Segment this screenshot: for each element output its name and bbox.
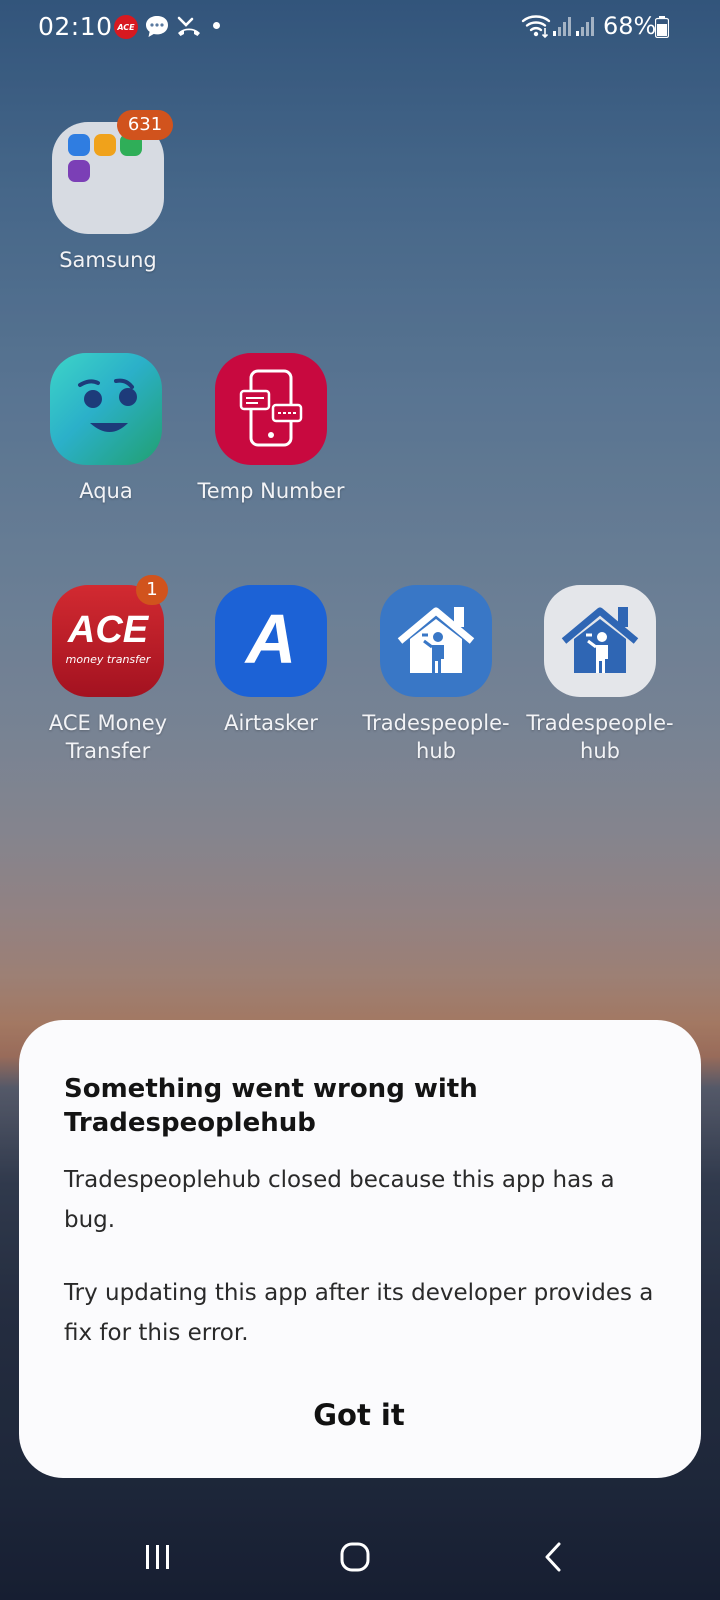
- recent-apps-icon: [146, 1545, 169, 1569]
- ace-notification-icon: ACE: [114, 15, 138, 39]
- signal-icon: [576, 17, 594, 36]
- home-icon: [340, 1542, 370, 1572]
- app-label: Tradespeople-hub: [526, 711, 674, 763]
- app-ace-money-transfer[interactable]: ACE money transfer 1 ACE Money Transfer: [28, 575, 188, 765]
- app-crash-dialog: Something went wrong with Tradespeoplehu…: [19, 1020, 701, 1478]
- ace-logo-text: ACE: [67, 609, 149, 651]
- calendar-mini-icon: [68, 160, 90, 182]
- app-tradespeoplehub-2[interactable]: Tradespeople-hub: [520, 585, 680, 765]
- app-airtasker[interactable]: A Airtasker: [191, 585, 351, 737]
- app-label: Tradespeople-hub: [362, 711, 510, 763]
- dialog-message: Tradespeoplehub closed because this app …: [64, 1167, 615, 1233]
- chat-bubble-icon: [146, 16, 168, 37]
- notification-badge: 1: [136, 575, 168, 605]
- status-time: 02:10: [38, 12, 113, 41]
- notification-badge: 631: [117, 110, 173, 140]
- app-temp-number[interactable]: Temp Number: [191, 353, 351, 505]
- ace-logo-subtext: money transfer: [65, 653, 151, 666]
- airtasker-icon: A: [215, 585, 327, 697]
- recent-apps-button[interactable]: [128, 1532, 188, 1582]
- wifi-icon: [521, 15, 551, 39]
- app-label: ACE Money Transfer: [48, 711, 168, 763]
- dialog-title: Something went wrong with Tradespeoplehu…: [64, 1074, 478, 1138]
- app-label: Aqua: [79, 479, 133, 503]
- dialog-message-secondary: Try updating this app after its develope…: [64, 1280, 654, 1346]
- dot-icon: [213, 22, 220, 29]
- home-button[interactable]: [325, 1532, 385, 1582]
- app-label: Samsung: [59, 248, 157, 272]
- aqua-icon: [50, 353, 162, 465]
- tradespeoplehub-icon: [380, 585, 492, 697]
- signal-icon: [553, 17, 571, 36]
- navigation-bar: [0, 1520, 720, 1600]
- back-icon: [545, 1542, 561, 1572]
- missed-call-icon: [177, 16, 200, 36]
- status-bar: 02:10 ACE 68%: [0, 0, 720, 56]
- got-it-button[interactable]: Got it: [259, 1390, 459, 1440]
- files-mini-icon: [94, 134, 116, 156]
- app-label: Temp Number: [197, 479, 345, 503]
- battery-percent: 68%: [603, 12, 657, 40]
- temp-number-icon: [215, 353, 327, 465]
- app-aqua[interactable]: Aqua: [26, 353, 186, 505]
- airtasker-logo: A: [245, 600, 297, 678]
- back-button[interactable]: [523, 1532, 583, 1582]
- battery-icon: [655, 16, 669, 38]
- tradespeoplehub-icon: [544, 585, 656, 697]
- messages-mini-icon: [68, 134, 90, 156]
- samsung-folder[interactable]: 631 Samsung: [28, 110, 188, 274]
- app-tradespeoplehub[interactable]: Tradespeople-hub: [356, 585, 516, 765]
- app-label: Airtasker: [224, 711, 318, 735]
